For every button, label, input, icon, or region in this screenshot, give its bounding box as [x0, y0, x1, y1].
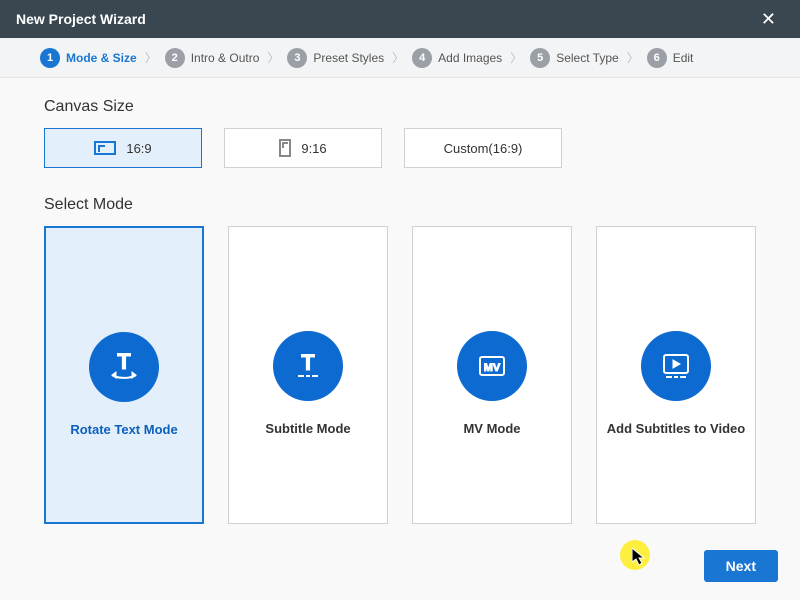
step-number: 1 [40, 48, 60, 68]
rotate-text-icon: T [89, 332, 159, 402]
step-preset-styles[interactable]: 3 Preset Styles [287, 48, 384, 68]
step-label: Preset Styles [313, 51, 384, 65]
canvas-option-custom[interactable]: Custom(16:9) [404, 128, 562, 168]
canvas-options: 16:9 9:16 Custom(16:9) [44, 128, 756, 168]
wizard-steps: 1 Mode & Size 〉 2 Intro & Outro 〉 3 Pres… [0, 38, 800, 78]
mode-options: T Rotate Text Mode T [44, 226, 756, 524]
chevron-right-icon: 〉 [265, 49, 281, 66]
select-mode-title: Select Mode [44, 196, 756, 214]
chevron-right-icon: 〉 [143, 49, 159, 66]
close-icon[interactable]: ✕ [753, 5, 784, 34]
mode-add-subtitles-video[interactable]: Add Subtitles to Video [596, 226, 756, 524]
chevron-right-icon: 〉 [508, 49, 524, 66]
portrait-icon [279, 139, 291, 157]
svg-text:T: T [301, 350, 315, 375]
step-intro-outro[interactable]: 2 Intro & Outro [165, 48, 260, 68]
subtitle-icon: T [273, 331, 343, 401]
canvas-option-label: 16:9 [126, 141, 151, 156]
step-add-images[interactable]: 4 Add Images [412, 48, 502, 68]
canvas-option-label: 9:16 [301, 141, 326, 156]
step-number: 6 [647, 48, 667, 68]
mode-mv[interactable]: MV MV Mode [412, 226, 572, 524]
step-mode-size[interactable]: 1 Mode & Size [40, 48, 137, 68]
step-label: Intro & Outro [191, 51, 260, 65]
wizard-window: New Project Wizard ✕ 1 Mode & Size 〉 2 I… [0, 0, 800, 600]
step-label: Add Images [438, 51, 502, 65]
mode-label: Add Subtitles to Video [599, 421, 753, 436]
add-subtitles-video-icon [641, 331, 711, 401]
mv-icon: MV [457, 331, 527, 401]
chevron-right-icon: 〉 [390, 49, 406, 66]
titlebar: New Project Wizard ✕ [0, 0, 800, 38]
mode-label: MV Mode [455, 421, 528, 436]
canvas-option-label: Custom(16:9) [444, 141, 523, 156]
step-label: Edit [673, 51, 694, 65]
step-number: 4 [412, 48, 432, 68]
window-title: New Project Wizard [16, 11, 753, 27]
mode-label: Rotate Text Mode [62, 422, 185, 437]
chevron-right-icon: 〉 [625, 49, 641, 66]
step-number: 5 [530, 48, 550, 68]
mode-rotate-text[interactable]: T Rotate Text Mode [44, 226, 204, 524]
mode-subtitle[interactable]: T Subtitle Mode [228, 226, 388, 524]
mode-label: Subtitle Mode [257, 421, 358, 436]
canvas-option-16-9[interactable]: 16:9 [44, 128, 202, 168]
step-number: 3 [287, 48, 307, 68]
step-label: Mode & Size [66, 51, 137, 65]
canvas-size-title: Canvas Size [44, 98, 756, 116]
wizard-content: Canvas Size 16:9 9:16 Custom(16:9) Selec… [0, 78, 800, 600]
step-select-type[interactable]: 5 Select Type [530, 48, 618, 68]
canvas-option-9-16[interactable]: 9:16 [224, 128, 382, 168]
step-label: Select Type [556, 51, 618, 65]
step-edit[interactable]: 6 Edit [647, 48, 694, 68]
wizard-footer: Next [704, 550, 778, 582]
svg-text:MV: MV [484, 362, 501, 374]
svg-text:T: T [117, 349, 131, 374]
landscape-icon [94, 141, 116, 155]
step-number: 2 [165, 48, 185, 68]
next-button[interactable]: Next [704, 550, 778, 582]
